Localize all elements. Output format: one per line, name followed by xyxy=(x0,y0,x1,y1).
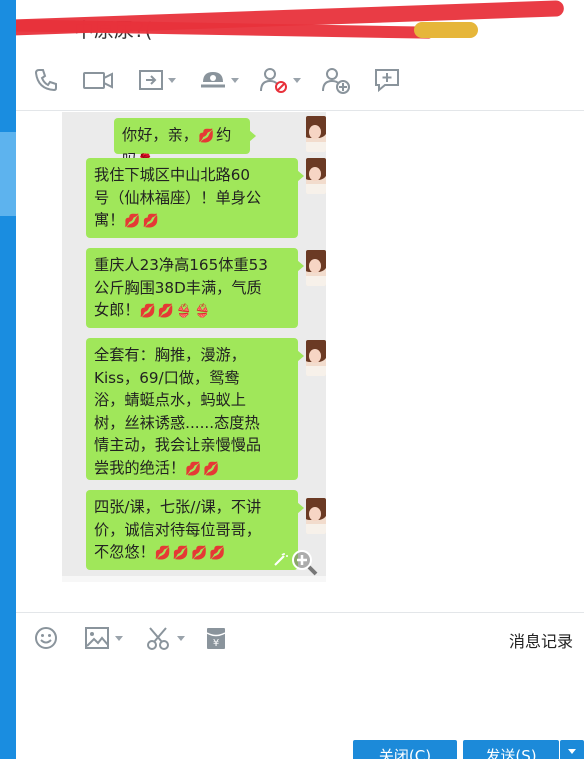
video-icon xyxy=(83,72,113,89)
lips-emoji: 💋 xyxy=(197,129,217,144)
remote-assist-icon xyxy=(201,72,225,88)
message-board-button[interactable] xyxy=(370,60,404,100)
send-options-button[interactable] xyxy=(560,740,584,759)
share-screen-button[interactable] xyxy=(132,60,182,100)
emoji-icon xyxy=(35,627,57,649)
chat-bubble: 我住下城区中山北路60 号（仙林福座）！单身公 寓！💋💋 xyxy=(86,158,304,238)
chat-bubble: 全套有：胸推，漫游， Kiss，69/口做，鸳鸯 浴，蜻蜓点水，蚂蚁上 树，丝袜… xyxy=(86,338,304,480)
image-icon xyxy=(85,627,109,649)
avatar xyxy=(306,250,326,286)
message-text: 你好，亲， xyxy=(122,126,198,144)
block-user-icon xyxy=(260,68,287,93)
title-bar: 中原尿?( xyxy=(16,0,584,52)
title-badge xyxy=(414,22,478,38)
sidebar-scroll-thumb[interactable] xyxy=(0,132,16,216)
chat-toolbar xyxy=(16,60,584,100)
close-button[interactable]: 关闭(C) xyxy=(353,740,457,759)
zoom-in-icon[interactable] xyxy=(290,548,318,576)
send-button[interactable]: 发送(S) xyxy=(463,740,559,759)
message-emojis: 💋💋💋💋 xyxy=(154,546,228,561)
svg-text:¥: ¥ xyxy=(213,638,219,649)
message-emojis: 💋💋👙👙 xyxy=(139,304,213,319)
chat-bubble: 你好，亲，💋约吗🌹 xyxy=(114,118,256,169)
message-emojis: 💋💋 xyxy=(185,461,222,477)
screenshot-button[interactable] xyxy=(140,620,190,656)
chevron-down-icon xyxy=(177,635,185,641)
chevron-down-icon xyxy=(168,77,176,83)
voice-call-button[interactable] xyxy=(30,60,62,100)
chat-screenshot-image: 你好，亲，💋约吗🌹 我住下城区中山北路60 号（仙林福座）！单身公 寓！💋💋 重… xyxy=(62,112,326,582)
chat-bubble: 四张/课，七张//课，不讲 价，诚信对待每位哥哥， 不忽悠！💋💋💋💋 xyxy=(86,490,304,570)
message-text: 我住下城区中山北路60 号（仙林福座）！单身公 寓！ xyxy=(94,166,262,229)
chevron-down-icon xyxy=(115,635,123,641)
add-user-button[interactable] xyxy=(318,60,354,100)
add-user-icon xyxy=(322,68,350,94)
chat-bubble: 重庆人23净高165体重53 公斤胸围38D丰满，气质 女郎！💋💋👙👙 xyxy=(86,248,304,328)
toolbar-divider xyxy=(16,110,584,111)
input-divider xyxy=(16,612,584,613)
avatar xyxy=(306,340,326,376)
chevron-down-icon xyxy=(293,77,301,83)
red-packet-icon: ¥ xyxy=(206,628,226,649)
image-bottom-edge xyxy=(62,576,326,582)
message-emojis: 💋💋 xyxy=(124,214,161,229)
emoji-button[interactable] xyxy=(32,620,60,656)
message-text: 全套有：胸推，漫游， Kiss，69/口做，鸳鸯 浴，蜻蜓点水，蚂蚁上 树，丝袜… xyxy=(94,346,262,477)
avatar xyxy=(306,498,326,534)
video-call-button[interactable] xyxy=(80,60,116,100)
block-user-button[interactable] xyxy=(254,60,306,100)
message-board-icon xyxy=(375,69,399,93)
avatar xyxy=(306,158,326,194)
message-history-link[interactable]: 消息记录 xyxy=(509,628,573,652)
magic-wand-icon[interactable] xyxy=(272,552,288,568)
chevron-down-icon xyxy=(231,77,239,83)
left-sidebar xyxy=(0,0,16,759)
remote-assist-button[interactable] xyxy=(194,60,244,100)
phone-icon xyxy=(34,69,57,92)
scissors-icon xyxy=(147,627,169,650)
share-screen-icon xyxy=(139,70,163,90)
red-packet-button[interactable]: ¥ xyxy=(202,620,230,656)
avatar xyxy=(306,116,326,152)
image-button[interactable] xyxy=(78,620,128,656)
input-toolbar: ¥ xyxy=(16,620,584,656)
chevron-down-icon xyxy=(568,749,576,754)
